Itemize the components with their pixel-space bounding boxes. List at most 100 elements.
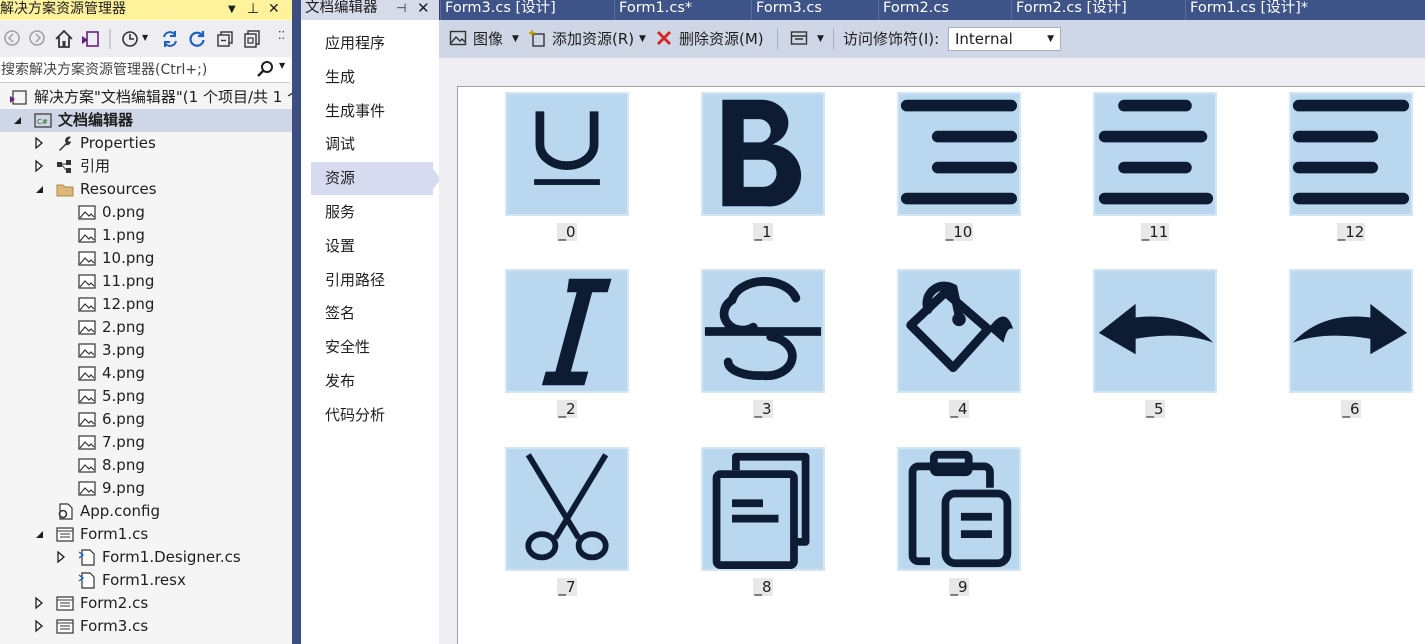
tree-item[interactable]: C# 文档编辑器 xyxy=(0,109,292,132)
tree-item[interactable]: Form2.cs xyxy=(0,592,292,615)
tree-item-label: 1.png xyxy=(102,226,145,244)
resource-item[interactable]: _1 xyxy=(701,92,825,252)
resx-file-icon xyxy=(78,572,96,589)
show-all-files-icon[interactable] xyxy=(242,29,262,49)
nav-item[interactable]: 资源 xyxy=(311,162,441,196)
resource-item[interactable]: _4 xyxy=(897,269,1021,429)
window-divider[interactable] xyxy=(292,0,301,644)
image-file-icon xyxy=(78,227,96,244)
nav-item[interactable]: 调试 xyxy=(311,128,433,161)
images-category-label[interactable]: 图像 xyxy=(473,30,503,49)
pin-icon[interactable]: ⊣ xyxy=(396,0,406,17)
back-icon[interactable] xyxy=(3,29,23,49)
sync-icon[interactable] xyxy=(160,29,180,49)
resource-item[interactable]: _3 xyxy=(701,269,825,429)
tree-item[interactable]: 12.png xyxy=(0,293,292,316)
tree-item[interactable]: 1.png xyxy=(0,224,292,247)
add-resource-button[interactable]: 添加资源(R) xyxy=(552,30,634,49)
resource-item[interactable]: _12 xyxy=(1289,92,1413,252)
toolbar-overflow-icon[interactable]: ⁚⁚ xyxy=(278,29,292,49)
tree-item-label: Form1.Designer.cs xyxy=(102,548,241,566)
tab-form2-cs[interactable]: Form2.cs xyxy=(878,0,1011,20)
views-icon[interactable] xyxy=(790,29,810,49)
tree-item[interactable]: 5.png xyxy=(0,385,292,408)
tree-item[interactable]: 11.png xyxy=(0,270,292,293)
window-menu-chevron-icon[interactable]: ▼ xyxy=(228,0,236,19)
forward-icon[interactable] xyxy=(28,29,48,49)
tab-form3-design[interactable]: Form3.cs [设计] xyxy=(440,0,614,20)
refresh-icon[interactable] xyxy=(187,29,207,49)
access-modifier-select[interactable]: Internal ▼ xyxy=(948,27,1061,51)
pending-changes-filter-icon[interactable] xyxy=(120,29,140,49)
resource-item[interactable]: _6 xyxy=(1289,269,1413,429)
resource-item[interactable]: _9 xyxy=(897,447,1021,607)
tree-item[interactable]: 10.png xyxy=(0,247,292,270)
add-resource-icon[interactable] xyxy=(528,29,548,49)
tab-form1-design[interactable]: Form1.cs [设计]* xyxy=(1185,0,1425,20)
tree-item[interactable]: 引用 xyxy=(0,155,292,178)
resource-item[interactable]: _0 xyxy=(505,92,629,252)
pin-icon[interactable]: ⊥ xyxy=(247,0,259,19)
search-options-chevron-icon[interactable]: ▼ xyxy=(279,61,285,70)
close-tab-icon[interactable]: ✕ xyxy=(417,0,430,17)
add-resource-chevron-icon[interactable]: ▼ xyxy=(639,29,646,49)
resource-item[interactable]: _2 xyxy=(505,269,629,429)
expanded-arrow-icon[interactable] xyxy=(32,527,46,541)
home-icon[interactable] xyxy=(54,29,74,49)
nav-item[interactable]: 代码分析 xyxy=(311,399,433,432)
tree-item[interactable]: Form3.cs xyxy=(0,615,292,638)
tree-item[interactable]: Resources xyxy=(0,178,292,201)
tree-item[interactable]: 6.png xyxy=(0,408,292,431)
collapsed-arrow-icon[interactable] xyxy=(32,159,46,173)
form-icon xyxy=(56,526,74,543)
nav-item[interactable]: 应用程序 xyxy=(311,27,433,60)
nav-item[interactable]: 生成事件 xyxy=(311,95,433,128)
views-dropdown-chevron-icon[interactable]: ▼ xyxy=(817,29,824,49)
switch-views-icon[interactable] xyxy=(80,29,100,49)
close-icon[interactable]: ✕ xyxy=(268,0,280,19)
collapsed-arrow-icon[interactable] xyxy=(32,619,46,633)
tree-item[interactable]: Properties xyxy=(0,132,292,155)
search-icon[interactable] xyxy=(256,60,274,78)
tab-form3-cs[interactable]: Form3.cs xyxy=(751,0,878,20)
collapse-all-icon[interactable] xyxy=(215,29,235,49)
nav-item[interactable]: 引用路径 xyxy=(311,264,433,297)
collapsed-arrow-icon[interactable] xyxy=(32,136,46,150)
expanded-arrow-icon[interactable] xyxy=(10,113,24,127)
nav-item[interactable]: 服务 xyxy=(311,196,433,229)
collapsed-arrow-icon[interactable] xyxy=(32,596,46,610)
tree-item[interactable]: 8.png xyxy=(0,454,292,477)
tree-item[interactable]: App.config xyxy=(0,500,292,523)
tree-item[interactable]: 9.png xyxy=(0,477,292,500)
collapsed-arrow-icon[interactable] xyxy=(54,550,68,564)
resource-item[interactable]: _10 xyxy=(897,92,1021,252)
tree-item[interactable]: 4.png xyxy=(0,362,292,385)
tab-form2-design[interactable]: Form2.cs [设计] xyxy=(1011,0,1185,20)
tab-form1-cs[interactable]: Form1.cs* xyxy=(614,0,751,20)
tree-item[interactable]: Form1.resx xyxy=(0,569,292,592)
expanded-arrow-icon[interactable] xyxy=(32,182,46,196)
tree-item[interactable]: 7.png xyxy=(0,431,292,454)
resource-item[interactable]: _8 xyxy=(701,447,825,607)
nav-item[interactable]: 安全性 xyxy=(311,331,433,364)
tree-item[interactable]: 0.png xyxy=(0,201,292,224)
resource-item[interactable]: _11 xyxy=(1093,92,1217,252)
search-input[interactable] xyxy=(0,58,250,81)
remove-resource-button[interactable]: 删除资源(M) xyxy=(679,30,764,49)
image-icon[interactable] xyxy=(449,29,469,49)
nav-item[interactable]: 发布 xyxy=(311,365,433,398)
delete-icon[interactable] xyxy=(655,29,675,49)
nav-item[interactable]: 设置 xyxy=(311,230,433,263)
images-dropdown-chevron-icon[interactable]: ▼ xyxy=(512,29,519,49)
tree-item[interactable]: Form1.Designer.cs xyxy=(0,546,292,569)
nav-item[interactable]: 生成 xyxy=(311,61,433,94)
tree-item[interactable]: 解决方案"文档编辑器"(1 个项目/共 1 个) xyxy=(0,86,292,109)
nav-item[interactable]: 签名 xyxy=(311,297,433,330)
filter-dropdown-chevron-icon[interactable]: ▼ xyxy=(142,33,162,53)
tree-item[interactable]: Form1.cs xyxy=(0,523,292,546)
tab-project-properties[interactable]: 文档编辑器 ⊣ ✕ xyxy=(301,0,439,20)
resource-item[interactable]: _5 xyxy=(1093,269,1217,429)
resource-item[interactable]: _7 xyxy=(505,447,629,607)
tree-item[interactable]: 2.png xyxy=(0,316,292,339)
tree-item[interactable]: 3.png xyxy=(0,339,292,362)
